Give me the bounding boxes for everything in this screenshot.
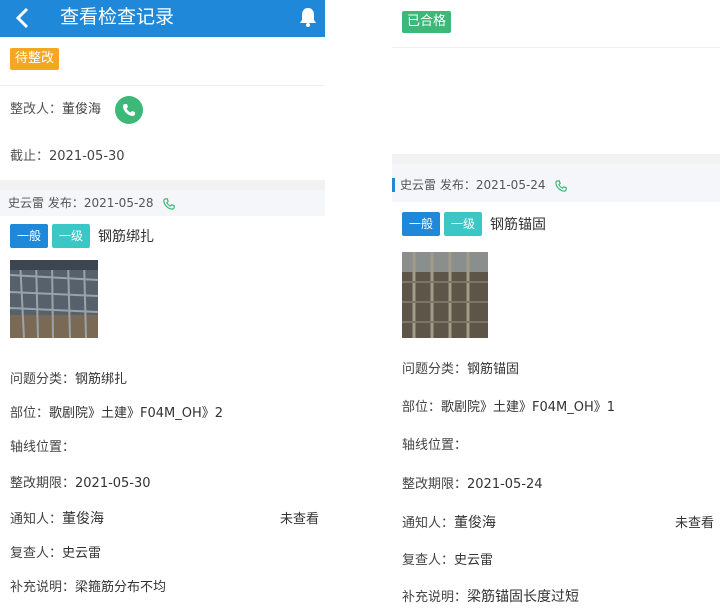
notify-label: 通知人： xyxy=(402,516,455,531)
category-row: 问题分类：钢筋绑扎 xyxy=(0,368,325,387)
reviewer-value: 史云雷 xyxy=(62,546,102,561)
status-badge: 已合格 xyxy=(402,11,452,33)
section-divider xyxy=(392,154,720,164)
issue-photo[interactable] xyxy=(402,252,488,338)
rectifier-label: 整改人： xyxy=(10,102,63,117)
note-label: 补充说明： xyxy=(10,580,76,595)
reviewer-row: 复查人：史云雷 xyxy=(392,549,720,568)
axis-row: 轴线位置： xyxy=(0,436,325,455)
publisher-bar: 史云雷 发布：2021-05-28 xyxy=(0,190,325,216)
deadline-value: 2021-05-30 xyxy=(49,149,125,164)
status-area: 待整改 xyxy=(0,37,325,86)
period-value: 2021-05-24 xyxy=(467,477,543,492)
axis-label: 轴线位置： xyxy=(402,438,468,453)
rectifier-row: 整改人：董俊海 xyxy=(0,86,325,134)
location-row: 部位：歌剧院》土建》F04M_OH》1 xyxy=(392,396,720,415)
location-row: 部位：歌剧院》土建》F04M_OH》2 xyxy=(0,402,325,421)
note-value: 梁箍筋分布不均 xyxy=(75,580,167,595)
read-status: 未查看 xyxy=(674,516,714,531)
phone-icon[interactable] xyxy=(163,197,176,210)
note-row: 补充说明：梁筋锚固长度过短 xyxy=(392,586,720,606)
reviewer-value: 史云雷 xyxy=(454,553,494,568)
level-tag: 一级 xyxy=(52,224,91,248)
period-value: 2021-05-30 xyxy=(75,476,151,491)
category-row: 问题分类：钢筋锚固 xyxy=(392,358,720,377)
axis-row: 轴线位置： xyxy=(392,434,720,453)
level-tag: 一级 xyxy=(444,212,483,236)
location-label: 部位： xyxy=(10,406,50,421)
note-row: 补充说明：梁箍筋分布不均 xyxy=(0,576,325,595)
location-value: 歌剧院》土建》F04M_OH》2 xyxy=(49,406,224,421)
axis-label: 轴线位置： xyxy=(10,440,76,455)
issue-photo[interactable] xyxy=(10,260,98,338)
category-label: 问题分类： xyxy=(10,372,76,387)
category-label: 问题分类： xyxy=(402,362,468,377)
rebar-photo-image xyxy=(402,252,488,338)
bell-icon[interactable] xyxy=(299,7,317,27)
rectifier-name: 董俊海 xyxy=(62,102,102,117)
issue-title: 钢筋绑扎 xyxy=(98,229,155,245)
page-title: 查看检查记录 xyxy=(60,6,175,28)
rebar-photo-image xyxy=(10,260,98,338)
status-area: 已合格 xyxy=(392,0,720,48)
period-label: 整改期限： xyxy=(10,476,76,491)
phone-icon[interactable] xyxy=(555,179,568,192)
notify-row: 通知人：董俊海 未查看 xyxy=(392,512,720,532)
back-arrow-icon[interactable] xyxy=(14,7,32,29)
right-record-panel: 已合格 史云雷 发布：2021-05-24 一般 一级 钢筋锚固 问题分类：钢筋锚固 xyxy=(392,0,720,615)
deadline-label: 截止： xyxy=(10,149,50,164)
reviewer-label: 复查人： xyxy=(10,546,63,561)
severity-tag: 一般 xyxy=(402,212,441,236)
period-row: 整改期限：2021-05-24 xyxy=(392,473,720,492)
note-value: 梁筋锚固长度过短 xyxy=(467,589,580,605)
location-value: 歌剧院》土建》F04M_OH》1 xyxy=(441,400,616,415)
section-divider xyxy=(0,180,325,190)
tag-row: 一般 一级 钢筋锚固 xyxy=(392,202,720,242)
phone-icon xyxy=(123,103,136,116)
app-header: 查看检查记录 xyxy=(0,0,325,37)
location-label: 部位： xyxy=(402,400,442,415)
blank-content-area xyxy=(392,48,720,154)
period-row: 整改期限：2021-05-30 xyxy=(0,472,325,491)
note-label: 补充说明： xyxy=(402,590,468,605)
left-record-panel: 查看检查记录 待整改 整改人：董俊海 截止：2021-05-30 史云雷 发布：… xyxy=(0,0,325,615)
publisher-bar: 史云雷 发布：2021-05-24 xyxy=(392,164,720,202)
notify-value: 董俊海 xyxy=(62,511,105,527)
issue-title: 钢筋锚固 xyxy=(490,217,547,233)
category-value: 钢筋绑扎 xyxy=(75,372,128,387)
notify-row: 通知人：董俊海 未查看 xyxy=(0,508,325,528)
reviewer-row: 复查人：史云雷 xyxy=(0,542,325,561)
publisher-text: 史云雷 发布：2021-05-24 xyxy=(400,178,546,192)
reviewer-label: 复查人： xyxy=(402,553,455,568)
category-value: 钢筋锚固 xyxy=(467,362,520,377)
read-status: 未查看 xyxy=(279,512,319,527)
severity-tag: 一般 xyxy=(10,224,49,248)
deadline-row: 截止：2021-05-30 xyxy=(0,134,325,180)
notify-label: 通知人： xyxy=(10,512,63,527)
call-button[interactable] xyxy=(115,95,144,124)
publisher-text: 史云雷 发布：2021-05-28 xyxy=(8,196,154,210)
period-label: 整改期限： xyxy=(402,477,468,492)
status-badge: 待整改 xyxy=(10,48,60,70)
tag-row: 一般 一级 钢筋绑扎 xyxy=(0,216,325,250)
notify-value: 董俊海 xyxy=(454,515,497,531)
